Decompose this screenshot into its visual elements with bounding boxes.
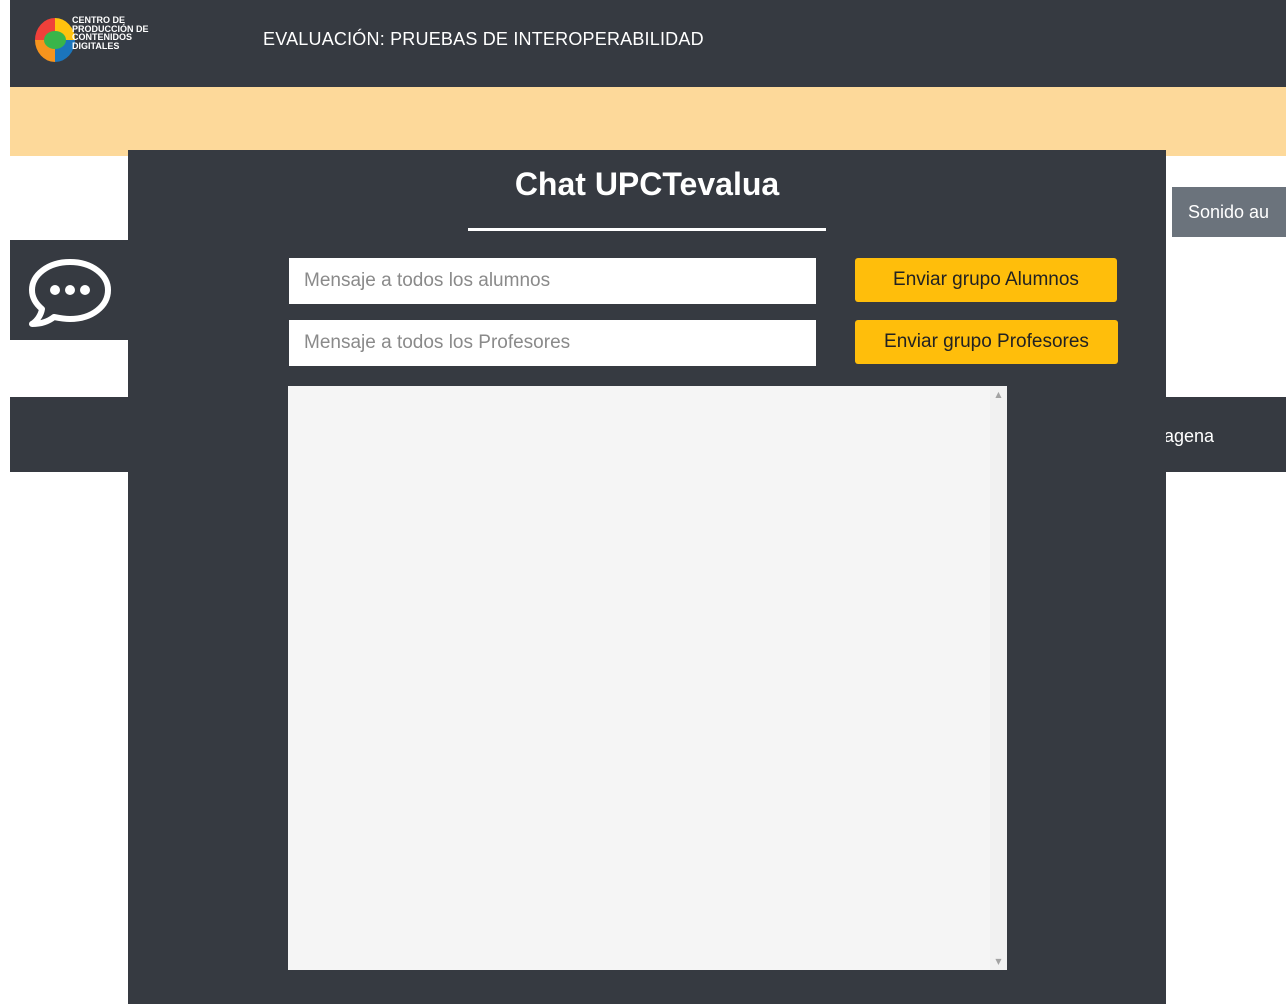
scroll-down-icon[interactable]: ▼ — [990, 953, 1007, 970]
page-title: EVALUACIÓN: PRUEBAS DE INTEROPERABILIDAD — [263, 29, 704, 49]
sound-button[interactable]: Sonido au — [1172, 187, 1286, 237]
notice-bar — [10, 87, 1286, 156]
scroll-up-icon[interactable]: ▲ — [990, 386, 1007, 403]
send-teachers-button[interactable]: Enviar grupo Profesores — [855, 320, 1118, 364]
teachers-message-input[interactable] — [289, 320, 816, 366]
title-underline — [468, 228, 826, 231]
chat-log-scrollbar[interactable]: ▲ ▼ — [990, 386, 1007, 970]
chat-title: Chat UPCTevalua — [514, 166, 780, 202]
footer-text: agena — [1164, 426, 1215, 446]
chat-toggle-button[interactable] — [10, 240, 130, 340]
logo-text: CENTRO DE PRODUCCIÓN DE CONTENIDOS DIGIT… — [72, 16, 182, 50]
send-students-button[interactable]: Enviar grupo Alumnos — [855, 258, 1117, 302]
chat-bubble-icon — [29, 259, 111, 327]
chat-panel: Chat UPCTevalua Enviar grupo Alumnos Env… — [128, 150, 1166, 1004]
chat-log[interactable]: ▲ ▼ — [288, 386, 1007, 970]
students-message-input[interactable] — [289, 258, 816, 304]
top-header: CENTRO DE PRODUCCIÓN DE CONTENIDOS DIGIT… — [10, 0, 1286, 87]
logo-line: DIGITALES — [72, 40, 120, 51]
